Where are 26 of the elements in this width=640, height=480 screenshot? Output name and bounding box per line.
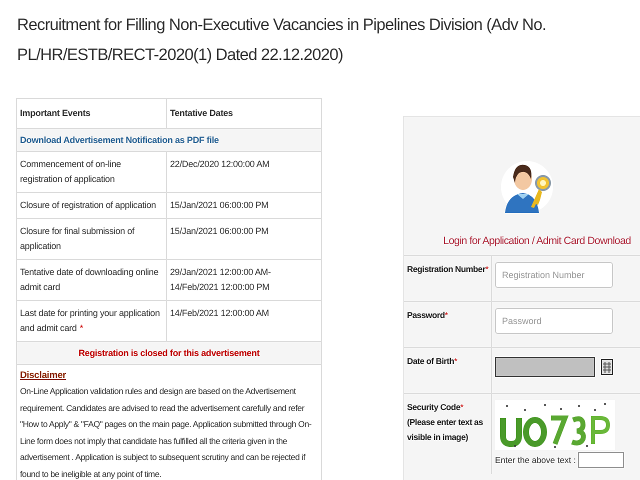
event-date: 15/Jan/2021 06:00:00 PM <box>169 199 270 212</box>
field-label: Security Code* <box>407 401 464 414</box>
field-note: (Please enter text as visible in image) <box>407 416 484 444</box>
event-name: Tentative date of downloading online admit card <box>17 260 167 300</box>
page-title: Recruitment for Filling Non-Executive Vacancies in Pipelines Division (Adv No. <box>17 15 548 36</box>
field-label: Date of Birth* <box>407 355 458 368</box>
status-message: Registration is closed for this advertisement <box>78 348 260 358</box>
event-name: Commencement of on-line registration of application <box>17 152 167 192</box>
field-label: Registration Number* <box>407 263 488 276</box>
column-header: Tentative Dates <box>169 107 234 120</box>
captcha-input[interactable] <box>578 452 624 468</box>
disclaimer-link[interactable]: Disclaimer <box>20 370 66 381</box>
login-heading: Login for Application / Admit Card Download <box>442 234 632 249</box>
captcha-prompt: Enter the above text : <box>495 455 576 465</box>
event-date: 29/Jan/2021 12:00:00 AM-14/Feb/2021 12:00:00 PM <box>169 266 272 294</box>
event-date: 22/Dec/2020 12:00:00 AM <box>169 158 270 171</box>
input-field[interactable]: Registration Number <box>495 262 613 288</box>
input-field[interactable]: Password <box>495 308 613 334</box>
calendar-icon[interactable] <box>601 359 613 375</box>
event-name: Closure of registration of application <box>17 193 167 218</box>
page-title: PL/HR/ESTB/RECT-2020(1) Dated 22.12.2020) <box>17 45 344 66</box>
event-name: Closure for final submission of application <box>17 219 167 259</box>
field-label: Password* <box>407 309 449 322</box>
disclaimer-text: On-Line Application validation rules and design are based on the Advertisement requirement. Candidates are advised to read the advertisement carefully and refer "How to Apply" & "FAQ" pages on the main page. Application submitted through On-Line form does not imply that candidate has fulfilled all the criteria given in the advertisement . Application is subject to subsequent scrutiny and can be rejected if found to be ineligible at any point of time. <box>20 385 312 480</box>
event-date: 15/Jan/2021 06:00:00 PM <box>169 225 270 238</box>
event-date: 14/Feb/2021 12:00:00 AM <box>169 307 270 320</box>
